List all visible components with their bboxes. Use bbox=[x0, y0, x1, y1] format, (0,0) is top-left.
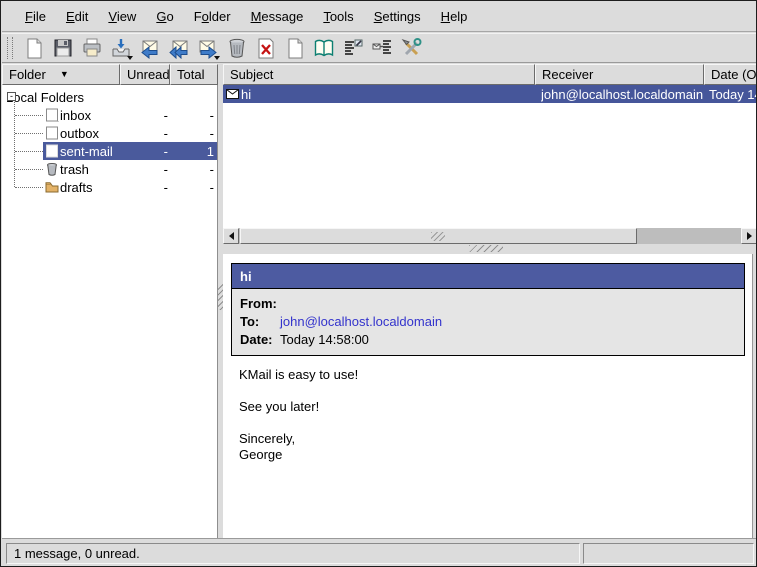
delete-icon bbox=[255, 37, 277, 59]
date-column-header[interactable]: Date (O bbox=[704, 64, 757, 85]
folder-row-outbox[interactable]: outbox - - bbox=[2, 124, 217, 142]
kmail-window: File Edit View Go Folder Message Tools S… bbox=[0, 0, 757, 567]
to-address-link[interactable]: john@localhost.localdomain bbox=[280, 314, 442, 329]
print-button[interactable] bbox=[78, 35, 105, 61]
date-row: Date: Today 14:58:00 bbox=[240, 330, 736, 348]
apply-filters-button[interactable] bbox=[368, 35, 395, 61]
status-message-panel: 1 message, 0 unread. bbox=[6, 543, 580, 564]
status-text: 1 message, 0 unread. bbox=[14, 546, 140, 561]
message-body: KMail is easy to use! See you later! Sin… bbox=[239, 367, 358, 463]
statusbar: 1 message, 0 unread. bbox=[2, 538, 756, 566]
body-paragraph: See you later! bbox=[239, 399, 358, 415]
scroll-left-icon bbox=[229, 232, 234, 240]
folder-row-sent-mail[interactable]: sent-mail - 1 bbox=[2, 142, 217, 160]
reply-all-icon bbox=[168, 37, 190, 59]
message-header-box: hi From: To: john@localhost.localdomain … bbox=[231, 263, 745, 356]
subject-column-header[interactable]: Subject bbox=[223, 64, 535, 85]
configure-button[interactable] bbox=[397, 35, 424, 61]
menu-edit[interactable]: Edit bbox=[57, 6, 97, 27]
folder-row-local-folders[interactable]: - Local Folders bbox=[2, 88, 217, 106]
toolbar-handle[interactable] bbox=[7, 37, 13, 59]
configure-icon bbox=[400, 37, 422, 59]
menu-tools[interactable]: Tools bbox=[314, 6, 362, 27]
menu-view[interactable]: View bbox=[99, 6, 145, 27]
delete-button[interactable] bbox=[252, 35, 279, 61]
horizontal-scrollbar[interactable] bbox=[223, 228, 757, 244]
tree-branch-line bbox=[15, 115, 43, 116]
tree-branch-line bbox=[15, 151, 43, 152]
check-mail-button[interactable] bbox=[107, 35, 134, 61]
save-button[interactable] bbox=[49, 35, 76, 61]
new-note-button[interactable] bbox=[281, 35, 308, 61]
scroll-left-button[interactable] bbox=[223, 228, 239, 244]
reply-button[interactable] bbox=[136, 35, 163, 61]
forward-button[interactable] bbox=[194, 35, 221, 61]
menubar: File Edit View Go Folder Message Tools S… bbox=[2, 2, 756, 32]
scroll-right-icon bbox=[747, 232, 752, 240]
envelope-icon bbox=[226, 89, 239, 99]
mail-page-icon bbox=[45, 126, 59, 140]
tree-branch-line bbox=[15, 187, 43, 188]
menu-go[interactable]: Go bbox=[147, 6, 182, 27]
trash-icon bbox=[226, 37, 248, 59]
tree-branch-line bbox=[15, 133, 43, 134]
status-extra-panel bbox=[583, 543, 754, 564]
folder-row-inbox[interactable]: inbox - - bbox=[2, 106, 217, 124]
body-paragraph: Sincerely,George bbox=[239, 431, 358, 463]
new-message-button[interactable] bbox=[20, 35, 47, 61]
tree-branch-line bbox=[15, 169, 43, 170]
save-icon bbox=[52, 37, 74, 59]
scrollbar-grip-icon bbox=[431, 232, 445, 241]
apply-filters-icon bbox=[371, 37, 393, 59]
folder-list-header: Folder ▼ Unread Total bbox=[2, 64, 218, 85]
message-subject-bar: hi bbox=[232, 264, 744, 289]
mail-page-icon bbox=[45, 108, 59, 122]
menu-file[interactable]: File bbox=[16, 6, 55, 27]
receiver-column-header[interactable]: Receiver bbox=[535, 64, 704, 85]
date-value: Today 14:58:00 bbox=[280, 332, 369, 347]
new-message-icon bbox=[23, 37, 45, 59]
trash-icon bbox=[45, 162, 59, 176]
to-row: To: john@localhost.localdomain bbox=[240, 312, 736, 330]
folder-row-trash[interactable]: trash - - bbox=[2, 160, 217, 178]
menu-help[interactable]: Help bbox=[432, 6, 477, 27]
message-row[interactable]: hi john@localhost.localdomain Today 14 bbox=[223, 85, 757, 103]
folder-column-header[interactable]: Folder ▼ bbox=[2, 64, 120, 85]
menu-settings[interactable]: Settings bbox=[365, 6, 430, 27]
trash-button[interactable] bbox=[223, 35, 250, 61]
check-mail-dropdown-icon[interactable] bbox=[127, 56, 133, 60]
scroll-right-button[interactable] bbox=[741, 228, 757, 244]
print-icon bbox=[81, 37, 103, 59]
address-book-icon bbox=[313, 37, 335, 59]
message-reader-pane: hi From: To: john@localhost.localdomain … bbox=[223, 254, 753, 538]
menu-folder[interactable]: Folder bbox=[185, 6, 240, 27]
folder-tree-pane: - Local Folders inbox - - outbox - - sen… bbox=[2, 85, 218, 538]
reply-all-button[interactable] bbox=[165, 35, 192, 61]
message-list-header: Subject Receiver Date (O bbox=[223, 64, 757, 85]
total-column-header[interactable]: Total bbox=[170, 64, 218, 85]
sort-arrow-icon: ▼ bbox=[60, 70, 69, 79]
message-list-pane bbox=[223, 85, 757, 228]
folder-icon bbox=[45, 180, 59, 194]
reply-icon bbox=[139, 37, 161, 59]
collapse-expander-icon[interactable]: - bbox=[7, 92, 16, 101]
main-toolbar bbox=[2, 33, 756, 63]
folder-row-drafts[interactable]: drafts - - bbox=[2, 178, 217, 196]
create-filter-button[interactable] bbox=[339, 35, 366, 61]
mail-page-icon bbox=[45, 144, 59, 158]
unread-column-header[interactable]: Unread bbox=[120, 64, 170, 85]
address-book-button[interactable] bbox=[310, 35, 337, 61]
create-filter-icon bbox=[342, 37, 364, 59]
new-note-icon bbox=[284, 37, 306, 59]
forward-dropdown-icon[interactable] bbox=[214, 56, 220, 60]
horizontal-splitter-handle[interactable] bbox=[469, 245, 503, 252]
scrollbar-thumb[interactable] bbox=[240, 228, 637, 244]
body-paragraph: KMail is easy to use! bbox=[239, 367, 358, 383]
menu-message[interactable]: Message bbox=[242, 6, 313, 27]
from-row: From: bbox=[240, 294, 736, 312]
